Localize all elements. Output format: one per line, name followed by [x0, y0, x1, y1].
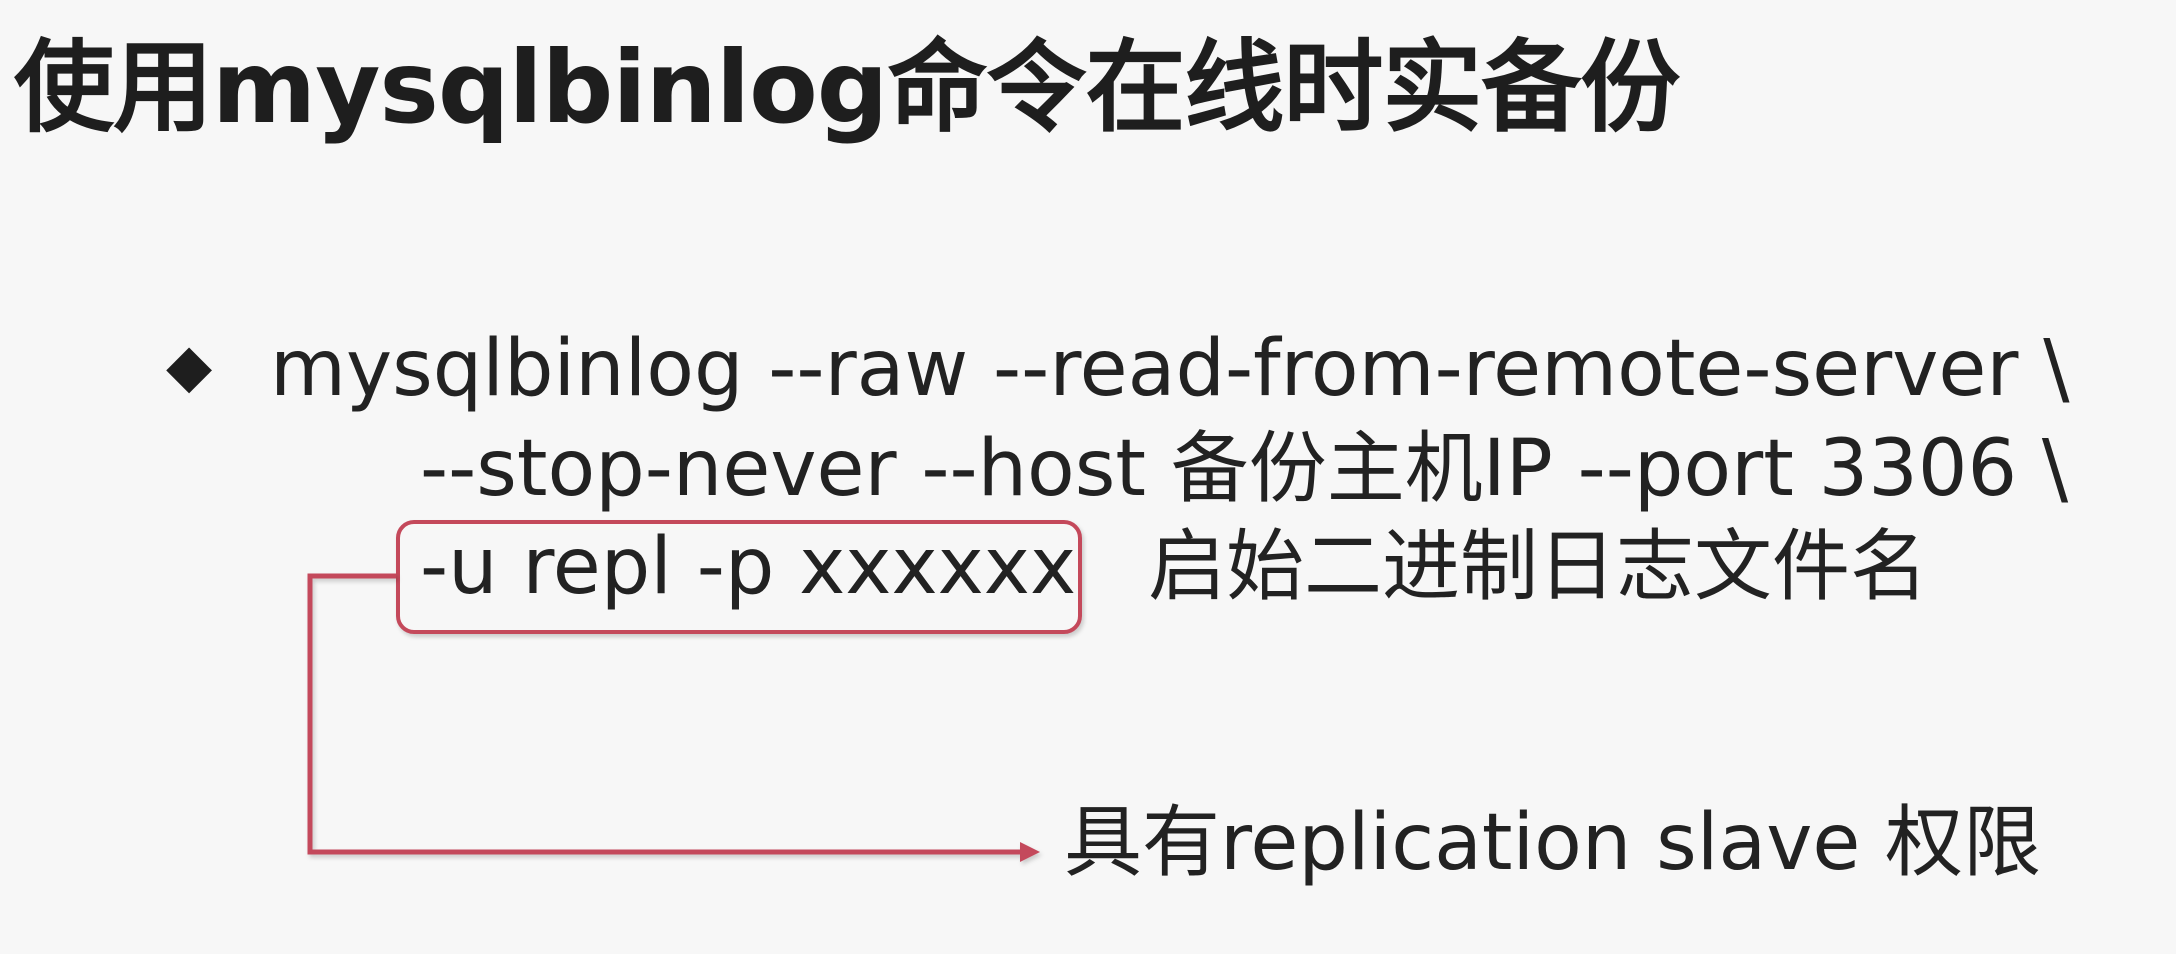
privilege-annotation: 具有replication slave 权限 [1064, 798, 2042, 888]
slide-title: 使用mysqlbinlog命令在线时实备份 [14, 29, 1680, 146]
command-line-3-note: 启始二进制日志文件名 [1148, 522, 1929, 612]
arrow-head-icon [1020, 842, 1040, 862]
command-line-2: --stop-never --host 备份主机IP --port 3306 \ [420, 424, 2069, 514]
command-line-1: mysqlbinlog --raw --read-from-remote-ser… [270, 324, 2070, 414]
credentials-highlight-box [396, 520, 1082, 634]
bullet-diamond-icon: ◆ [166, 331, 213, 401]
